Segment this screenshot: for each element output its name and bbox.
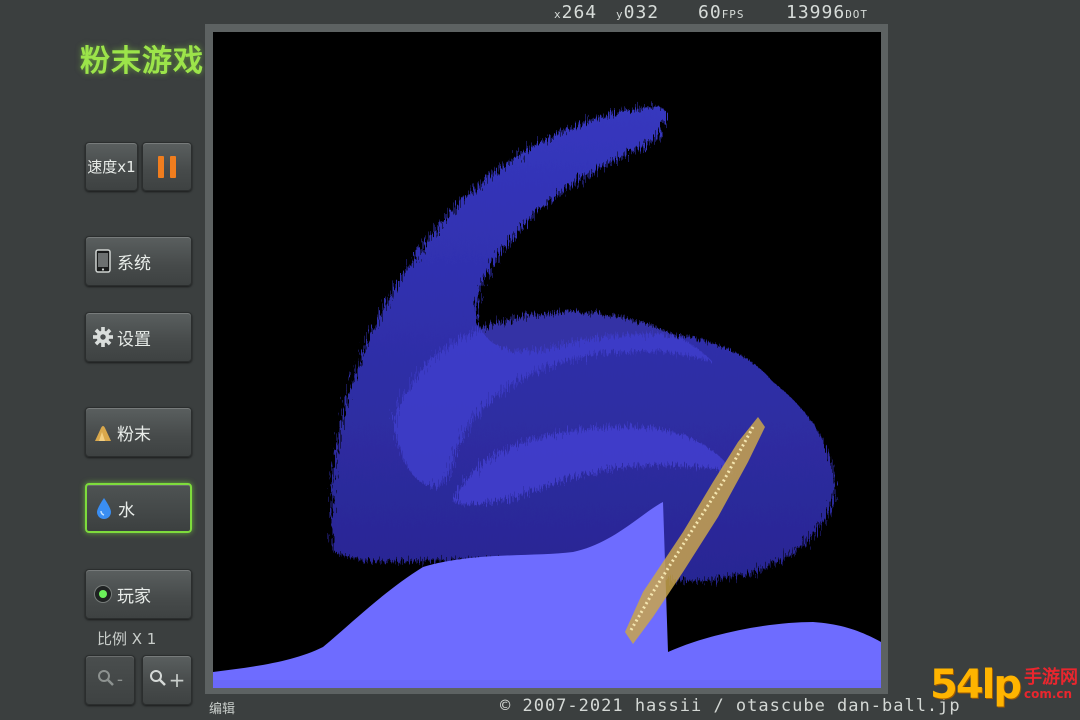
edit-label[interactable]: 编辑 bbox=[209, 698, 235, 717]
powder-label: 粉末 bbox=[117, 424, 151, 445]
settings-button[interactable]: 设置 bbox=[85, 312, 192, 362]
zoom-in-sign: + bbox=[168, 668, 186, 692]
system-label: 系统 bbox=[117, 253, 151, 274]
water-floor bbox=[213, 680, 881, 688]
settings-label: 设置 bbox=[117, 329, 151, 350]
powder-pile-icon bbox=[93, 420, 113, 444]
cursor-x-readout: x264 bbox=[554, 2, 598, 23]
system-button[interactable]: 系统 bbox=[85, 236, 192, 286]
watermark-cn: 手游网 bbox=[1024, 667, 1079, 689]
pause-button[interactable] bbox=[142, 142, 192, 191]
water-label: 水 bbox=[118, 500, 135, 521]
watermark-number: 54lp bbox=[930, 662, 1022, 708]
speed-label: 速度x1 bbox=[87, 158, 136, 176]
zoom-out-sign: - bbox=[116, 670, 124, 690]
zoom-in-button[interactable]: + bbox=[142, 655, 192, 705]
speed-button[interactable]: 速度x1 bbox=[85, 142, 138, 191]
zoom-out-button[interactable]: - bbox=[85, 655, 135, 705]
scale-label: 比例 X 1 bbox=[97, 630, 157, 648]
player-button[interactable]: 玩家 bbox=[85, 569, 192, 619]
site-watermark: 54lp 手游网 com.cn bbox=[930, 662, 1078, 708]
magnifier-icon bbox=[149, 669, 167, 692]
game-screen: 粉末游戏 x264 y032 60FPS 13996DOT 速度x1 系统 设置… bbox=[0, 0, 1080, 720]
simulation-view bbox=[213, 106, 881, 688]
player-dot-icon bbox=[93, 582, 113, 606]
dot-count-readout: 13996DOT bbox=[786, 2, 869, 23]
copyright-text: © 2007-2021 hassii / otascube dan-ball.j… bbox=[500, 696, 961, 716]
game-title: 粉末游戏 bbox=[80, 44, 204, 79]
player-label: 玩家 bbox=[117, 586, 151, 607]
gear-icon bbox=[93, 325, 113, 349]
falling-water bbox=[331, 106, 835, 581]
game-canvas[interactable] bbox=[213, 32, 881, 688]
water-button[interactable]: 水 bbox=[85, 483, 192, 533]
pause-icon bbox=[158, 155, 176, 178]
watermark-url: com.cn bbox=[1024, 687, 1073, 702]
fps-readout: 60FPS bbox=[698, 2, 745, 23]
cursor-y-readout: y032 bbox=[616, 2, 660, 23]
magnifier-icon bbox=[97, 669, 115, 692]
water-drop-icon bbox=[94, 496, 114, 520]
phone-icon bbox=[93, 249, 113, 273]
powder-button[interactable]: 粉末 bbox=[85, 407, 192, 457]
